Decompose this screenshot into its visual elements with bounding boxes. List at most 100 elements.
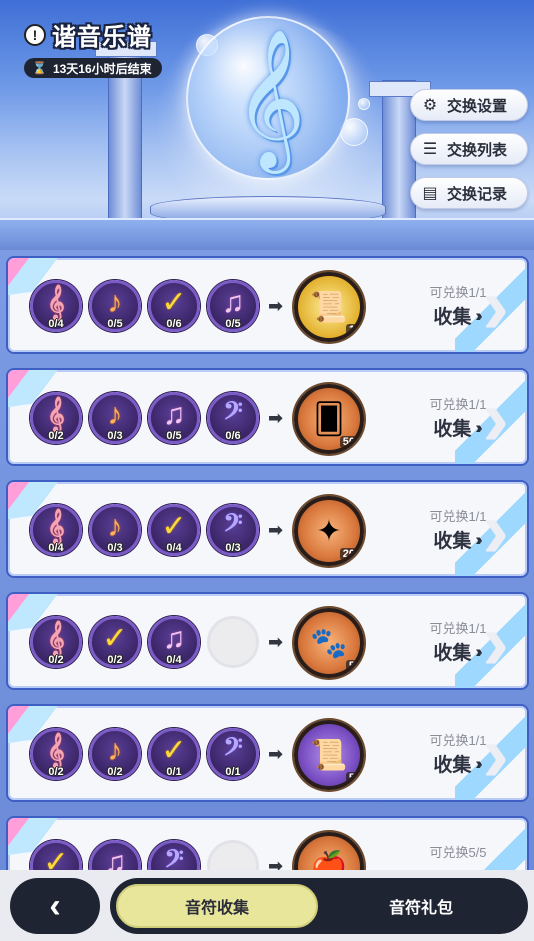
beamed-note-icon: ♫ [221,286,245,319]
reward-quantity: 5 [345,772,358,784]
exchange-row: › 𝄞 0/2 ♪ 0/2 ✓ 0/1 𝄢 0/1 ➡ 📜 5 可兑换1/1 收集 ›› [6,704,529,802]
check-note-icon: ✓ [102,622,128,655]
small-bubble [358,98,370,110]
tab-note-collection[interactable]: 音符收集 [114,882,320,930]
exchange-row: › 𝄞 0/4 ♪ 0/3 ✓ 0/4 𝄢 0/3 ➡ ✦ 20 可兑换1/1 收集 ›› [6,480,529,578]
treble-clef-icon: 𝄞 [47,398,65,431]
note-eighth: ♪ 0/3 [89,392,141,444]
note-eighth: ♪ 0/5 [89,280,141,332]
exchange-limit: 可兑换1/1 [429,509,487,524]
treble-clef-icon: 𝄞 [47,734,65,767]
note-count: 0/2 [107,654,123,666]
reward-item[interactable]: 🍎 [294,832,364,870]
note-beamed: ♫ 0/5 [207,280,259,332]
eighth-note-icon: ♪ [107,286,123,319]
arrow-right-icon: ➡ [268,408,284,428]
note-bass-clef: 𝄢 0/6 [207,392,259,444]
note-count: 0/3 [225,542,241,554]
note-treble-clef: 𝄞 0/4 [30,280,82,332]
reward-item[interactable]: 📜 1 [294,272,364,342]
timer-text: 13天16小时后结束 [52,61,152,76]
collect-button[interactable]: 收集 ›› [406,638,506,665]
alert-info-icon[interactable]: ! [24,23,46,46]
reward-item[interactable]: 🐾 5 [294,608,364,678]
eighth-note-icon: ♪ [107,398,123,431]
double-chevron-icon: ›› [475,753,483,773]
note-count: 0/4 [48,542,64,554]
collect-button[interactable]: 收集 ›› [406,302,506,329]
gear-icon: ⚙ [422,97,438,114]
exchange-list[interactable]: › 𝄞 0/4 ♪ 0/5 ✓ 0/6 ♫ 0/5 ➡ 📜 1 可兑换1/1 收集 ›› ›… [0,250,534,870]
exchange-list-button[interactable]: ☰ 交换列表 [410,133,528,165]
exchange-row: › 𝄞 0/2 ♪ 0/3 ♫ 0/5 𝄢 0/6 ➡ 🂠 50 可兑换1/1 收集 ›› [6,368,529,466]
note-treble-clef: 𝄞 0/2 [30,728,82,780]
exchange-row: ✓ ♫ 𝄢 ➡ 🍎 可兑换5/5 [6,816,529,870]
note-bass-clef: 𝄢 [148,840,200,870]
back-button[interactable]: ‹ [10,878,100,934]
arrow-right-icon: ➡ [268,632,284,652]
treble-clef-icon: 𝄞 [234,29,306,168]
note-slot-empty [207,840,259,870]
exchange-limit: 可兑换5/5 [429,845,487,860]
note-treble-clef: 𝄞 0/2 [30,616,82,668]
event-title-block: ! 谐音乐谱 ⌛ 13天16小时后结束 [24,17,162,78]
list-icon: ☰ [422,141,438,158]
double-chevron-icon: ›› [475,529,483,549]
double-chevron-icon: ›› [475,305,483,325]
tab-bar: 音符收集 音符礼包 [110,878,528,934]
arrow-right-icon: ➡ [268,296,284,316]
reward-item[interactable]: ✦ 20 [294,496,364,566]
bass-clef-icon: 𝄢 [164,846,184,870]
page-title: 谐音乐谱 [52,24,152,51]
eighth-note-icon: ♪ [107,734,123,767]
exchange-limit: 可兑换1/1 [429,397,487,412]
collect-button[interactable]: 收集 ›› [406,750,506,777]
reward-quantity: 1 [345,324,358,336]
exchange-settings-button[interactable]: ⚙ 交换设置 [410,89,528,121]
stage-floor [0,218,534,250]
treble-clef-icon: 𝄞 [47,622,65,655]
note-count: 0/4 [166,542,182,554]
reward-quantity: 50 [339,436,358,448]
check-note-icon: ✓ [161,734,187,767]
check-note-icon: ✓ [161,286,187,319]
note-check: ✓ [30,840,82,870]
bottom-bar: ‹ 音符收集 音符礼包 [0,870,534,941]
note-slot-empty [207,616,259,668]
note-treble-clef: 𝄞 0/2 [30,392,82,444]
note-treble-clef: 𝄞 0/4 [30,504,82,556]
note-count: 0/2 [48,430,64,442]
exchange-records-button[interactable]: ▤ 交换记录 [410,177,528,209]
collect-button[interactable]: 收集 ›› [406,526,506,553]
note-count: 0/6 [225,430,241,442]
exchange-row: › 𝄞 0/4 ♪ 0/5 ✓ 0/6 ♫ 0/5 ➡ 📜 1 可兑换1/1 收集 ›› [6,256,529,354]
note-beamed: ♫ 0/5 [148,392,200,444]
reward-quantity: 20 [339,548,358,560]
event-timer: ⌛ 13天16小时后结束 [24,58,162,78]
exchange-records-label: 交换记录 [447,185,508,203]
treble-clef-icon: 𝄞 [47,286,65,319]
exchange-limit: 可兑换1/1 [429,733,487,748]
note-check: ✓ 0/6 [148,280,200,332]
music-bubble: 𝄞 [186,16,350,180]
exchange-list-label: 交换列表 [447,141,508,159]
collect-label: 收集 [433,531,472,552]
eighth-note-icon: ♪ [107,510,123,543]
hourglass-icon: ⌛ [32,61,47,75]
note-count: 0/2 [107,766,123,778]
reward-item[interactable]: 🂠 50 [294,384,364,454]
check-note-icon: ✓ [43,846,69,870]
tab-note-gift-pack[interactable]: 音符礼包 [318,882,524,930]
note-bass-clef: 𝄢 0/3 [207,504,259,556]
beamed-note-icon: ♫ [162,622,186,655]
note-check: ✓ 0/2 [89,616,141,668]
note-count: 0/3 [107,430,123,442]
collect-button[interactable]: 收集 ›› [406,414,506,441]
check-note-icon: ✓ [161,510,187,543]
note-count: 0/1 [166,766,182,778]
exchange-limit: 可兑换1/1 [429,285,487,300]
note-beamed: ♫ [89,840,141,870]
bass-clef-icon: 𝄢 [223,734,243,767]
reward-item[interactable]: 📜 5 [294,720,364,790]
collect-label: 收集 [433,307,472,328]
